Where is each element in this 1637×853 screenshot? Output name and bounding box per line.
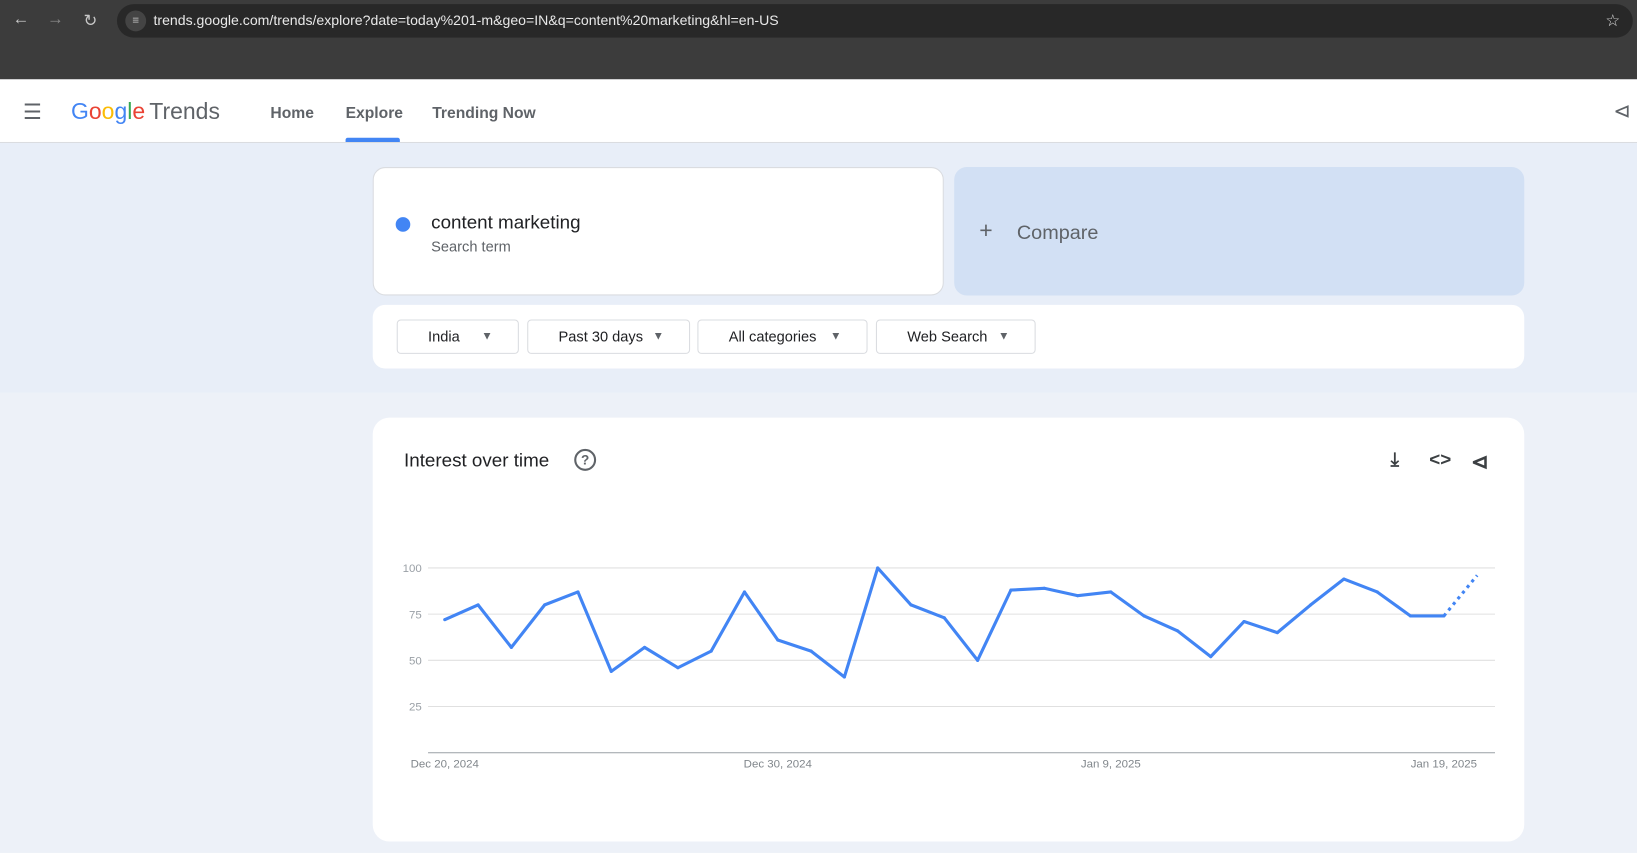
page: ← → ↻ ≡ trends.google.com/trends/explore… (0, 0, 1637, 853)
data-point (609, 669, 613, 673)
data-point (1309, 603, 1313, 607)
data-point (642, 645, 647, 649)
y-tick-label: 25 (409, 702, 422, 714)
data-point (509, 645, 513, 649)
data-point (1442, 614, 1446, 618)
interest-chart: 100 75 50 25 Dec 20, 2024 Dec 30, 2024 Jan 9, … (403, 563, 1496, 770)
x-tick-label: Dec 20, 2024 (411, 758, 480, 770)
data-point (1009, 588, 1013, 592)
data-point (742, 590, 747, 594)
x-tick-label: Dec 30, 2024 (744, 758, 813, 770)
data-point (476, 603, 480, 607)
data-point (1075, 594, 1080, 598)
data-point (709, 649, 713, 653)
data-point (1408, 614, 1413, 618)
data-point (1042, 586, 1046, 590)
y-tick-label: 75 (409, 609, 422, 621)
data-point (1275, 631, 1279, 635)
data-point (842, 675, 846, 679)
x-tick-label: Jan 19, 2025 (1411, 758, 1477, 770)
x-tick-label: Jan 9, 2025 (1081, 758, 1141, 770)
data-point (443, 618, 447, 622)
data-point (942, 616, 946, 620)
data-point (576, 590, 580, 594)
data-point (976, 658, 980, 662)
data-point (776, 638, 780, 642)
partial-data-line (1442, 574, 1479, 617)
data-point (676, 666, 680, 670)
data-point (809, 649, 813, 653)
data-point (1109, 590, 1113, 594)
data-point (1375, 590, 1379, 594)
data-point (876, 566, 880, 570)
data-point (909, 603, 913, 607)
y-tick-label: 100 (403, 563, 422, 575)
y-tick-label: 50 (409, 656, 422, 668)
data-point (1342, 577, 1346, 581)
data-point (543, 603, 547, 607)
data-point (1175, 629, 1179, 633)
data-point (1142, 614, 1146, 618)
data-point (1242, 619, 1246, 624)
data-point (1209, 655, 1213, 659)
